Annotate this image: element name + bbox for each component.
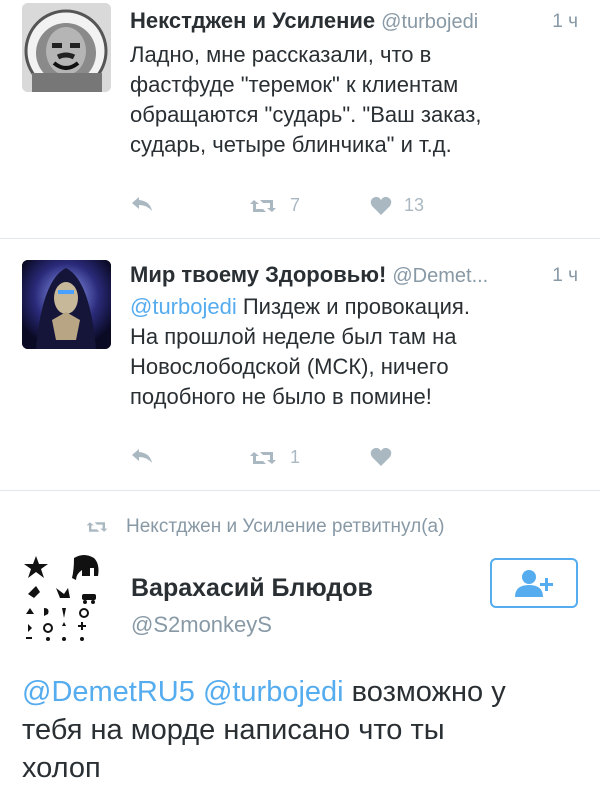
retweet-count: 1 <box>290 447 301 467</box>
reply-button[interactable] <box>130 447 154 465</box>
retweet-button[interactable]: 1 <box>248 447 300 468</box>
mention-link[interactable]: @turbojedi <box>130 294 237 319</box>
author-handle[interactable]: @Demet... <box>392 265 488 287</box>
retweeted-by-text: Некстджен и Усиление ретвитнул(а) <box>126 516 445 537</box>
tweet-actions: 7 13 <box>130 195 450 223</box>
retweet-icon <box>250 199 276 212</box>
featured-tweet-text: @DemetRU5 @turbojedi возможно у тебя на … <box>22 673 592 787</box>
timestamp[interactable]: 1 ч <box>552 11 578 33</box>
like-button[interactable]: 13 <box>370 195 424 216</box>
tweet-text-line: @turbojedi Пиздеж и провокация. <box>130 292 570 322</box>
tweet-text: @turbojedi Пиздеж и провокация. На прошл… <box>130 292 570 412</box>
tweet-text-line: @DemetRU5 @turbojedi возможно у <box>22 673 592 711</box>
divider <box>0 490 600 491</box>
mention-link[interactable]: @turbojedi <box>203 676 344 708</box>
tweet-text-line: холоп <box>22 752 101 784</box>
tweet-text-line: подобного не было в помине! <box>130 384 432 409</box>
tweet-text-line: тебя на морде написано что ты <box>22 714 445 746</box>
author-name[interactable]: Мир твоему Здоровью! @Demet... <box>130 262 488 288</box>
retweet-button[interactable]: 7 <box>248 195 300 216</box>
heart-icon <box>370 196 392 215</box>
tweet-text: Ладно, мне рассказали, что в фастфуде "т… <box>130 40 570 160</box>
retweet-count: 7 <box>290 195 301 215</box>
author-name[interactable]: Некстджен и Усиление @turbojedi <box>130 8 478 34</box>
avatar-hooded-figure[interactable] <box>22 260 111 349</box>
tweet-text-line: На прошлой неделе был там на <box>130 324 457 349</box>
tweet-text-line: обращаются "сударь". "Ваш заказ, <box>130 102 482 127</box>
retweeted-by[interactable]: Некстджен и Усиление ретвитнул(а) <box>84 512 444 542</box>
tweet-text-line: Новослободской (МСК), ничего <box>130 354 449 379</box>
tweet-text-line: сударь, четыре блинчика" и т.д. <box>130 132 452 157</box>
tweet-text-rest: возможно у <box>343 676 506 708</box>
mention-link[interactable]: @DemetRU5 <box>22 676 195 708</box>
like-button[interactable] <box>370 447 392 467</box>
tweet-actions: 1 <box>130 447 450 475</box>
author-handle[interactable]: @turbojedi <box>381 11 478 33</box>
divider <box>0 238 600 239</box>
retweet-icon <box>250 451 276 464</box>
like-count: 13 <box>404 195 425 215</box>
tweet-text-line: фастфуде "теремок" к клиентам <box>130 72 459 97</box>
featured-author-name[interactable]: Варахасий Блюдов <box>131 574 373 603</box>
avatar-pictograms[interactable] <box>22 552 114 644</box>
featured-author-handle[interactable]: @S2monkeyS <box>131 612 272 638</box>
reply-icon <box>132 449 152 463</box>
tweet-text-rest: Пиздеж и провокация. <box>236 294 470 319</box>
avatar-cosmonaut[interactable] <box>22 3 111 92</box>
heart-icon <box>370 447 392 466</box>
follow-button[interactable] <box>490 558 578 608</box>
retweet-icon <box>86 522 108 532</box>
timestamp[interactable]: 1 ч <box>552 265 578 287</box>
add-user-icon <box>515 570 553 597</box>
reply-icon <box>132 197 152 211</box>
reply-button[interactable] <box>130 195 154 213</box>
tweet-text-line: Ладно, мне рассказали, что в <box>130 42 432 67</box>
